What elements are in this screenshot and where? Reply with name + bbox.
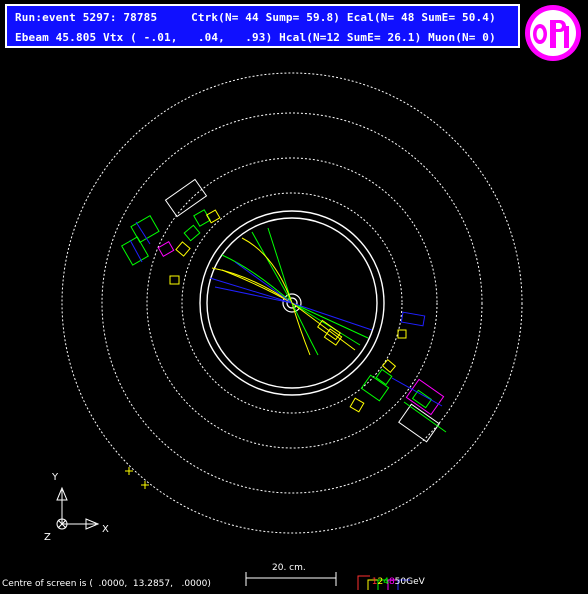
header-line-run: Run:event 5297: 78785 Ctrk(N= 44 Sump= 5… — [15, 11, 496, 24]
event-info-header: Run:event 5297: 78785 Ctrk(N= 44 Sump= 5… — [5, 4, 520, 48]
energy-unit: GeV — [406, 577, 425, 587]
scale-bar — [245, 572, 337, 586]
scale-label: 20. cm. — [272, 563, 306, 573]
hcal-clusters-upper — [121, 215, 175, 266]
tracks-jet-upper — [209, 227, 319, 356]
ecal-clusters-upper — [164, 178, 221, 285]
ecal-clusters-lower — [316, 311, 426, 413]
y-axis-label: Y — [52, 472, 59, 483]
event-display — [56, 72, 523, 590]
screen-centre-text: Centre of screen is ( .0000, 13.2857, .0… — [2, 579, 211, 589]
x-axis-label: X — [102, 524, 109, 535]
muon-hits — [125, 467, 149, 489]
header-line-beam: Ebeam 45.805 Vtx ( -.01, .04, .93) Hcal(… — [15, 31, 496, 44]
opal-logo-icon — [525, 5, 581, 61]
axis-indicator — [56, 486, 100, 530]
hcal-clusters-lower — [360, 368, 447, 443]
energy-digit-50: 50 — [394, 577, 407, 587]
z-axis-label: Z — [44, 532, 51, 543]
energy-scale-label: 124850GeV — [366, 567, 425, 587]
